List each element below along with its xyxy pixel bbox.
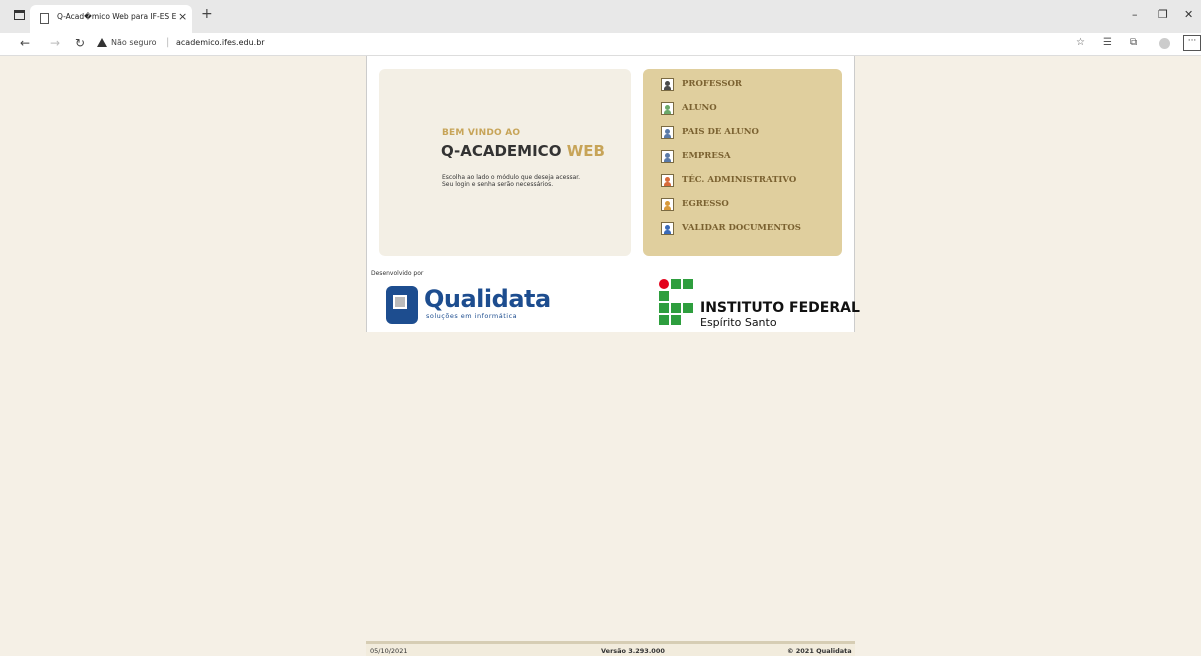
browser-tab-bar: Q-Acad�mico Web para IF-ES E × + – ❐ ✕ xyxy=(0,0,1201,33)
logo-circle xyxy=(659,279,669,289)
app-title-main: Q-ACADEMICO xyxy=(441,142,562,160)
welcome-heading: BEM VINDO AO xyxy=(442,128,521,138)
footer-date: 05/10/2021 xyxy=(370,647,408,655)
collections-icon[interactable]: ⧉ xyxy=(1130,37,1137,48)
browser-tab[interactable]: Q-Acad�mico Web para IF-ES E × xyxy=(30,5,192,33)
menu-item-validar-documentos[interactable]: VALIDAR DOCUMENTOS xyxy=(661,222,836,238)
menu-item-aluno[interactable]: ALUNO xyxy=(661,102,836,118)
page-footer: 05/10/2021 Versão 3.293.000 © 2021 Quali… xyxy=(366,641,855,656)
logo-square xyxy=(683,279,693,289)
logo-square xyxy=(683,303,693,313)
address-separator: | xyxy=(166,37,170,48)
minimize-icon[interactable]: – xyxy=(1132,8,1138,21)
logo-square xyxy=(671,315,681,325)
logo-square xyxy=(659,315,669,325)
insecure-label[interactable]: Não seguro xyxy=(111,38,157,47)
developed-by-label: Desenvolvido por xyxy=(371,270,424,277)
menu-item-empresa[interactable]: EMPRESA xyxy=(661,150,836,166)
restore-icon[interactable]: ❐ xyxy=(1158,8,1168,21)
menu-item-professor[interactable]: PROFESSOR xyxy=(661,78,836,94)
institution-campus: Espírito Santo xyxy=(700,316,777,329)
tab-actions-icon[interactable] xyxy=(14,10,25,20)
instituto-federal-logo-icon xyxy=(659,279,695,327)
footer-copyright: © 2021 Qualidata xyxy=(787,647,852,655)
professor-icon xyxy=(661,78,674,91)
address-bar: ← → ↻ Não seguro | academico.ifes.edu.br… xyxy=(0,33,1201,56)
menu-item-pais-de-aluno[interactable]: PAIS DE ALUNO xyxy=(661,126,836,142)
qualidata-tagline: soluções em informática xyxy=(426,312,518,320)
qualidata-logo-icon[interactable] xyxy=(386,286,418,324)
close-window-icon[interactable]: ✕ xyxy=(1184,8,1193,21)
menu-item-label[interactable]: PAIS DE ALUNO xyxy=(682,127,759,137)
welcome-description: Escolha ao lado o módulo que deseja aces… xyxy=(442,174,581,188)
tab-close-button[interactable]: × xyxy=(178,10,187,23)
logo-square xyxy=(671,303,681,313)
logo-square xyxy=(659,303,669,313)
menu-item-label[interactable]: ALUNO xyxy=(682,103,717,113)
favorites-list-icon[interactable]: ☰ xyxy=(1103,37,1112,48)
url-field[interactable]: academico.ifes.edu.br xyxy=(176,38,265,47)
page-icon xyxy=(40,13,49,24)
menu-item-label[interactable]: VALIDAR DOCUMENTOS xyxy=(682,223,801,233)
favorite-icon[interactable]: ☆ xyxy=(1076,37,1085,48)
more-menu-button[interactable]: ··· xyxy=(1183,35,1201,51)
tab-title: Q-Acad�mico Web para IF-ES E xyxy=(57,12,177,21)
back-icon[interactable]: ← xyxy=(20,36,30,50)
forward-icon[interactable]: → xyxy=(50,36,60,50)
pais-de-aluno-icon xyxy=(661,126,674,139)
menu-item-label[interactable]: EGRESSO xyxy=(682,199,729,209)
warning-icon[interactable] xyxy=(97,38,107,47)
profile-icon[interactable] xyxy=(1159,38,1170,49)
app-title: Q-ACADEMICO WEB xyxy=(441,142,605,160)
app-title-accent: WEB xyxy=(566,142,605,160)
new-tab-button[interactable]: + xyxy=(201,6,213,22)
tecnico-administrativo-icon xyxy=(661,174,674,187)
institution-name: INSTITUTO FEDERAL xyxy=(700,300,860,316)
logo-square xyxy=(671,279,681,289)
egresso-icon xyxy=(661,198,674,211)
menu-item-label[interactable]: TÉC. ADMINISTRATIVO xyxy=(682,175,796,185)
qualidata-name[interactable]: Qualidata xyxy=(424,285,551,313)
menu-item-label[interactable]: EMPRESA xyxy=(682,151,731,161)
module-menu: PROFESSOR ALUNO PAIS DE ALUNO EMPRESA TÉ… xyxy=(643,69,842,256)
footer-version: Versão 3.293.000 xyxy=(601,647,665,655)
validar-documentos-icon xyxy=(661,222,674,235)
logo-square xyxy=(659,291,669,301)
qualidata-logo-square xyxy=(393,295,407,309)
welcome-panel: BEM VINDO AO Q-ACADEMICO WEB Escolha ao … xyxy=(379,69,631,256)
refresh-icon[interactable]: ↻ xyxy=(75,36,85,50)
empresa-icon xyxy=(661,150,674,163)
aluno-icon xyxy=(661,102,674,115)
menu-item-tecnico-administrativo[interactable]: TÉC. ADMINISTRATIVO xyxy=(661,174,836,190)
menu-item-egresso[interactable]: EGRESSO xyxy=(661,198,836,214)
menu-item-label[interactable]: PROFESSOR xyxy=(682,79,742,89)
